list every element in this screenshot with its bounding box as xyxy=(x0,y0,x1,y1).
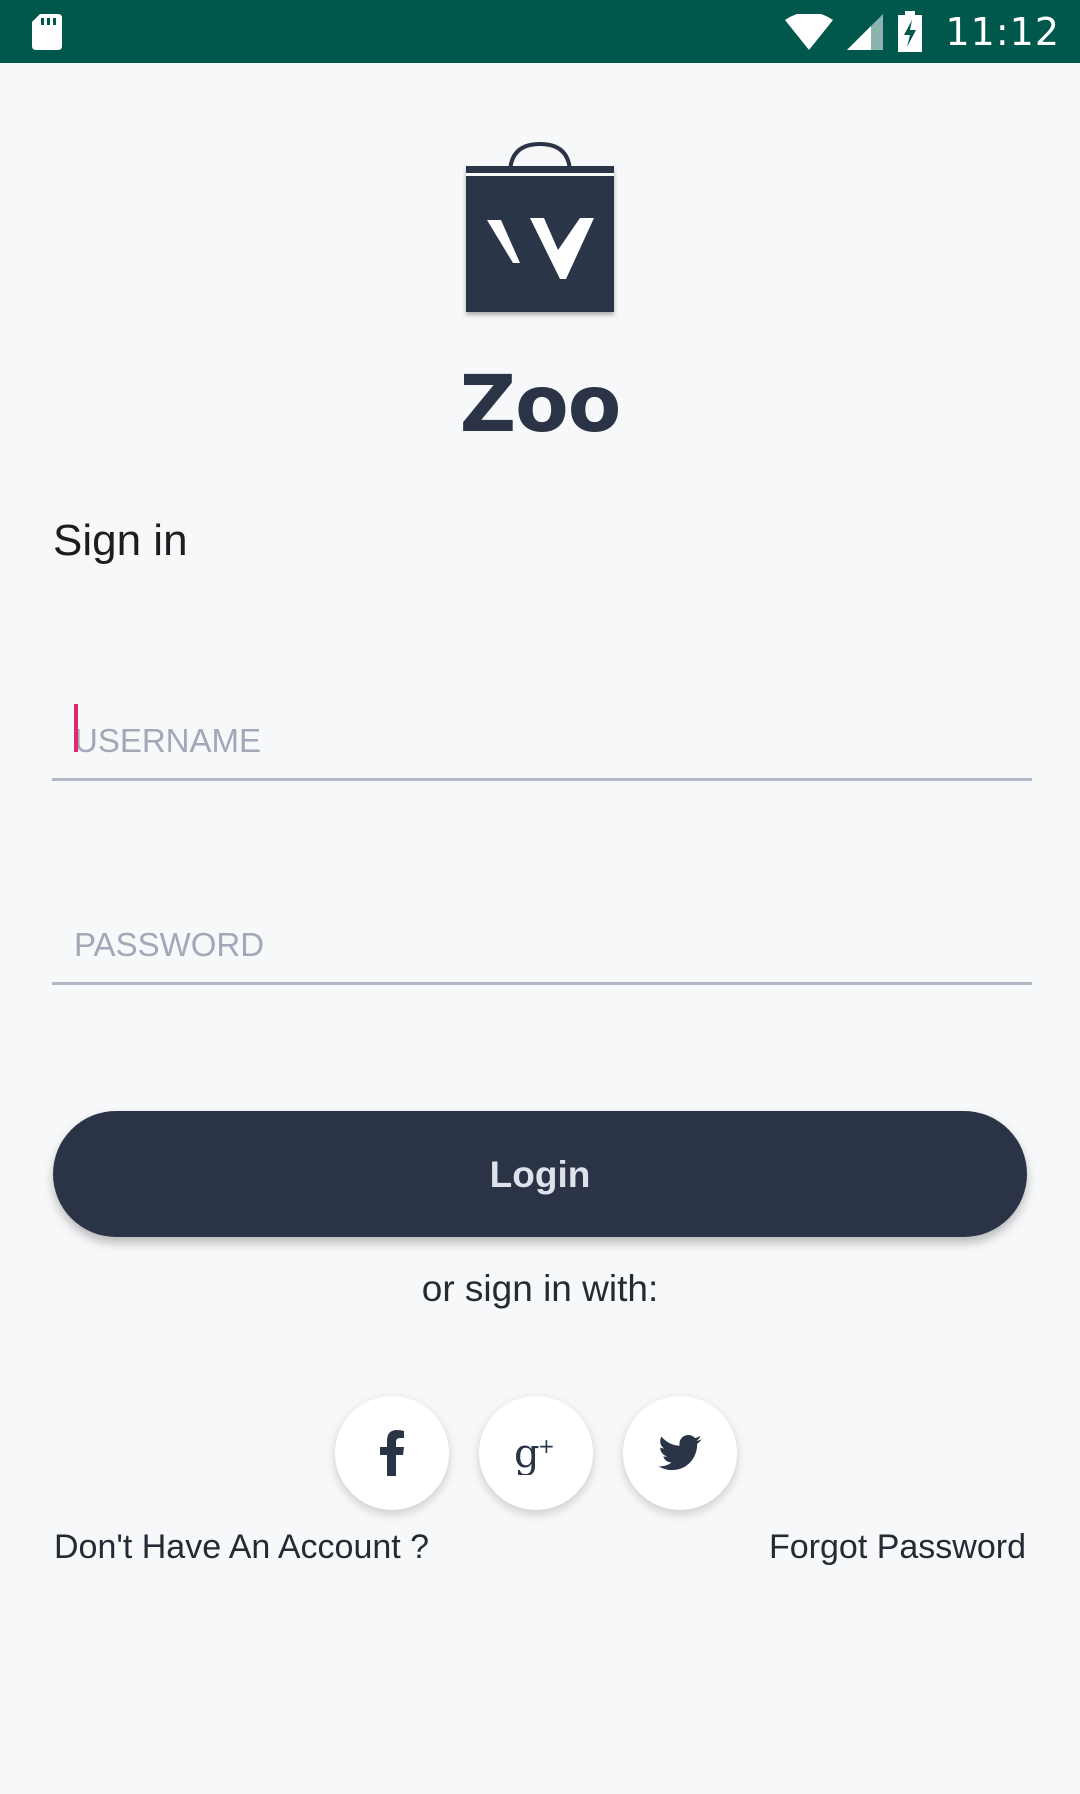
alt-signin-text: or sign in with: xyxy=(421,1268,659,1309)
facebook-icon xyxy=(380,1430,404,1476)
svg-text:+: + xyxy=(538,1434,555,1458)
no-account-link[interactable]: Don't Have An Account ? xyxy=(54,1528,429,1567)
login-button[interactable]: Login xyxy=(53,1111,1027,1237)
password-field[interactable] xyxy=(52,892,1032,985)
status-time: 11:12 xyxy=(945,9,1060,54)
google-plus-signin-button[interactable]: g + xyxy=(479,1396,593,1510)
username-input[interactable] xyxy=(74,718,1014,764)
twitter-icon xyxy=(658,1435,702,1471)
sd-card-icon xyxy=(32,14,62,50)
status-bar: 11:12 xyxy=(0,0,1080,63)
google-plus-icon: g + xyxy=(514,1431,555,1475)
facebook-signin-button[interactable] xyxy=(335,1396,449,1510)
battery-charging-icon xyxy=(898,10,923,52)
svg-text:g: g xyxy=(514,1431,540,1475)
app-name: Zoo xyxy=(459,360,622,450)
sign-in-heading: Sign in xyxy=(53,516,188,565)
cell-signal-icon xyxy=(847,13,884,50)
twitter-signin-button[interactable] xyxy=(623,1396,737,1510)
password-input[interactable] xyxy=(74,922,1014,968)
text-cursor xyxy=(74,704,78,752)
wifi-icon xyxy=(785,13,834,50)
forgot-password-link[interactable]: Forgot Password xyxy=(769,1528,1026,1567)
shopping-bag-logo xyxy=(466,141,614,312)
username-field[interactable] xyxy=(52,688,1032,781)
